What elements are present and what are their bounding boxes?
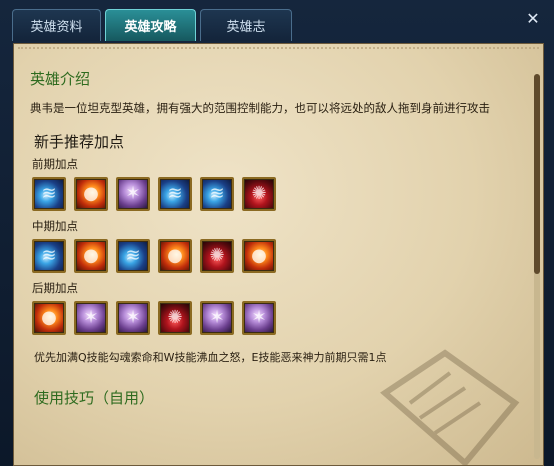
scrollbar[interactable] [534, 74, 540, 459]
claw-skill-icon[interactable]: ✶ [116, 177, 150, 211]
fire-skill-icon[interactable]: ● [158, 239, 192, 273]
water-skill-icon[interactable]: ≋ [32, 239, 66, 273]
usage-title: 使用技巧（自用） [34, 389, 155, 407]
recommend-title: 新手推荐加点 [34, 133, 125, 151]
tab-hero-story[interactable]: 英雄志 [200, 9, 292, 41]
water-skill-icon[interactable]: ≋ [200, 177, 234, 211]
scrollbar-thumb[interactable] [534, 74, 540, 274]
skill-priority-note: 优先加满Q技能勾魂索命和W技能沸血之怒，E技能恶来神力前期只需1点 [34, 351, 387, 364]
mid-label: 中期加点 [32, 219, 78, 233]
late-skill-row: ● ✶ ✶ ✺ ✶ ✶ [32, 301, 515, 335]
blood-skill-icon[interactable]: ✺ [158, 301, 192, 335]
water-skill-icon[interactable]: ≋ [116, 239, 150, 273]
blood-skill-icon[interactable]: ✺ [242, 177, 276, 211]
fire-skill-icon[interactable]: ● [74, 177, 108, 211]
early-label: 前期加点 [32, 157, 78, 171]
claw-skill-icon[interactable]: ✶ [116, 301, 150, 335]
intro-title: 英雄介绍 [30, 70, 91, 88]
fire-skill-icon[interactable]: ● [32, 301, 66, 335]
tab-bar: 英雄资料 英雄攻略 英雄志 ✕ [0, 0, 554, 44]
mid-skill-row: ≋ ● ≋ ● ✺ ● [32, 239, 515, 273]
tab-hero-profile[interactable]: 英雄资料 [12, 9, 101, 41]
late-label: 后期加点 [32, 281, 78, 295]
tab-hero-guide[interactable]: 英雄攻略 [105, 9, 196, 41]
claw-skill-icon[interactable]: ✶ [74, 301, 108, 335]
water-skill-icon[interactable]: ≋ [158, 177, 192, 211]
claw-skill-icon[interactable]: ✶ [200, 301, 234, 335]
fire-skill-icon[interactable]: ● [74, 239, 108, 273]
hero-info-window: 英雄资料 英雄攻略 英雄志 ✕ 英雄介绍 典韦是一位坦克型英雄，拥有强大的范围控… [0, 0, 554, 466]
early-skill-row: ≋ ● ✶ ≋ ≋ ✺ [32, 177, 515, 211]
claw-skill-icon[interactable]: ✶ [242, 301, 276, 335]
guide-content: 英雄介绍 典韦是一位坦克型英雄，拥有强大的范围控制能力，也可以将远处的敌人拖到身… [14, 44, 529, 465]
water-skill-icon[interactable]: ≋ [32, 177, 66, 211]
fire-skill-icon[interactable]: ● [242, 239, 276, 273]
blood-skill-icon[interactable]: ✺ [200, 239, 234, 273]
intro-text: 典韦是一位坦克型英雄，拥有强大的范围控制能力，也可以将远处的敌人拖到身前进行攻击 [30, 101, 490, 115]
close-icon[interactable]: ✕ [524, 10, 542, 28]
guide-panel: 英雄介绍 典韦是一位坦克型英雄，拥有强大的范围控制能力，也可以将远处的敌人拖到身… [13, 43, 544, 466]
